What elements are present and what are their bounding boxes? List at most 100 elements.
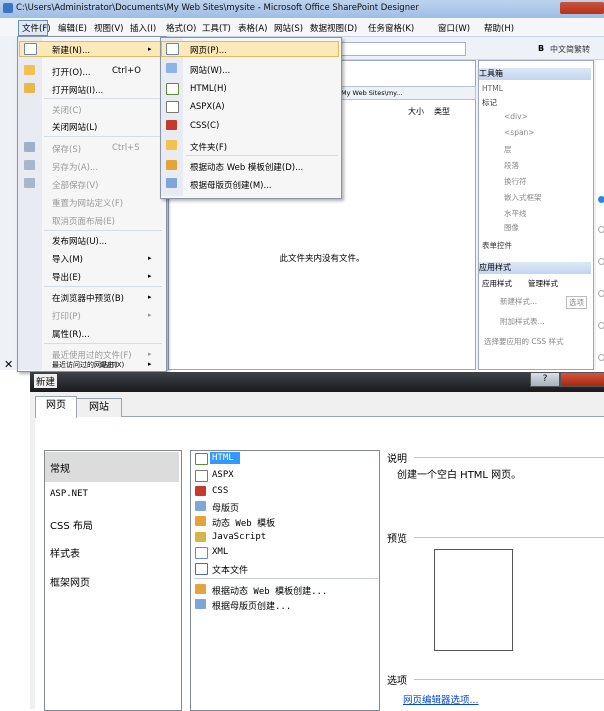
type-aspx[interactable]: ASPX — [212, 470, 234, 480]
file-menu-save-all[interactable]: 全部保存(V) — [52, 179, 98, 191]
tab-manage-styles[interactable]: 管理样式 — [528, 278, 558, 289]
radio-icon — [598, 290, 604, 297]
text-file-icon — [195, 563, 208, 575]
column-type[interactable]: 类型 — [434, 106, 450, 117]
column-size[interactable]: 大小 — [408, 106, 424, 117]
file-menu-save-as[interactable]: 另存为(A)... — [52, 161, 98, 173]
type-html[interactable]: HTML — [212, 453, 234, 463]
new-from-dwt[interactable]: 根据动态 Web 模板创建(D)... — [190, 161, 303, 173]
close-button[interactable] — [560, 372, 604, 387]
submenu-arrow-icon: ▸ — [148, 45, 152, 53]
new-web-site[interactable]: 网站(W)... — [190, 64, 230, 76]
chinese-conversion-button[interactable]: 中文简繁转 — [550, 44, 590, 55]
category-aspnet[interactable]: ASP.NET — [50, 489, 88, 499]
file-menu-export[interactable]: 导出(E) — [52, 271, 81, 283]
preview-box — [434, 549, 513, 651]
file-menu-open-site[interactable]: 打开网站(I)... — [52, 84, 103, 96]
type-xml[interactable]: XML — [212, 547, 228, 557]
toolbox-form-controls[interactable]: 表单控件 — [482, 240, 512, 251]
toolbox-item-line-break[interactable]: 换行符 — [504, 176, 527, 187]
options-button[interactable]: 选项 — [566, 296, 587, 309]
file-menu-new-highlight — [19, 41, 165, 57]
menu-site[interactable]: 网站(S) — [274, 22, 303, 34]
help-button[interactable]: ? — [530, 372, 560, 387]
toolbox-item-layer[interactable]: 层 — [504, 144, 512, 155]
dwt-icon — [166, 160, 177, 170]
attach-stylesheet-button[interactable]: 附加样式表... — [500, 316, 545, 327]
file-menu-exit[interactable]: 退出(X) — [100, 360, 124, 370]
new-aspx[interactable]: ASPX(A) — [190, 102, 225, 112]
tab-apply-styles[interactable]: 应用样式 — [482, 278, 512, 289]
toolbar-combo[interactable] — [340, 42, 466, 56]
save-icon — [24, 142, 35, 152]
type-from-dwt[interactable]: 根据动态 Web 模板创建... — [212, 584, 327, 597]
menu-view[interactable]: 视图(V) — [94, 22, 123, 34]
toolbox-title: 工具箱 — [479, 68, 591, 80]
toolbox-section-html[interactable]: HTML — [482, 84, 503, 93]
options-label: 选项 — [387, 676, 407, 687]
new-submenu — [160, 37, 342, 199]
new-web-page[interactable]: 网页(P)... — [190, 44, 227, 56]
tab-web-page[interactable]: 网页 — [35, 396, 77, 418]
page-editor-options-link[interactable]: 网页编辑器选项... — [403, 692, 479, 706]
file-menu-save[interactable]: 保存(S) — [52, 143, 81, 155]
file-menu-new[interactable]: 新建(N)... — [52, 44, 90, 56]
javascript-file-icon — [195, 532, 206, 542]
menu-table[interactable]: 表格(A) — [238, 22, 267, 34]
left-edge — [0, 36, 17, 370]
menu-file[interactable]: 文件(F) — [22, 22, 51, 34]
css-file-icon — [195, 486, 206, 496]
aspx-icon — [166, 101, 179, 113]
open-folder-icon — [24, 65, 35, 75]
file-menu-detach-layout[interactable]: 取消页面布局(E) — [52, 215, 115, 227]
file-menu-close[interactable]: 关闭(C) — [52, 104, 82, 116]
new-style-button[interactable]: 新建样式... — [500, 296, 537, 307]
menu-task-panes[interactable]: 任务窗格(K) — [368, 22, 414, 34]
bold-button[interactable]: B — [538, 44, 544, 53]
category-frames[interactable]: 框架网页 — [50, 574, 90, 589]
new-from-master[interactable]: 根据母版页创建(M)... — [190, 179, 272, 191]
list-separator — [194, 578, 378, 579]
toolbox-tags-header[interactable]: 标记 — [482, 97, 497, 108]
type-css[interactable]: CSS — [212, 486, 228, 496]
new-folder[interactable]: 文件夹(F) — [190, 141, 227, 153]
category-css-layout[interactable]: CSS 布局 — [50, 517, 93, 532]
menu-tools[interactable]: 工具(T) — [202, 22, 231, 34]
toolbox-item-div[interactable]: <div> — [504, 112, 528, 121]
window-controls[interactable] — [560, 2, 604, 14]
new-css[interactable]: CSS(C) — [190, 121, 219, 131]
toolbox-item-paragraph[interactable]: 段落 — [504, 160, 519, 171]
file-menu-properties[interactable]: 属性(R)... — [52, 328, 90, 340]
toolbox-item-span[interactable]: <span> — [504, 128, 535, 137]
file-menu-close-site[interactable]: 关闭网站(L) — [52, 121, 97, 133]
menu-help[interactable]: 帮助(H) — [484, 22, 514, 34]
toolbox-item-iframe[interactable]: 嵌入式框架 — [504, 192, 542, 203]
file-menu-publish[interactable]: 发布网站(U)... — [52, 235, 107, 247]
category-style-sheets[interactable]: 样式表 — [50, 545, 80, 560]
master-create-icon — [195, 599, 206, 609]
type-dwt[interactable]: 动态 Web 模板 — [212, 516, 275, 529]
menu-window[interactable]: 窗口(W) — [438, 22, 470, 34]
menu-data-view[interactable]: 数据视图(D) — [310, 22, 357, 34]
new-html[interactable]: HTML(H) — [190, 84, 227, 94]
type-text-file[interactable]: 文本文件 — [212, 563, 248, 576]
type-javascript[interactable]: JavaScript — [212, 532, 266, 542]
save-as-icon — [24, 160, 35, 170]
type-from-master[interactable]: 根据母版页创建... — [212, 599, 291, 612]
toolbox-item-image[interactable]: 图像 — [504, 222, 519, 233]
select-css-style-label: 选择要应用的 CSS 样式 — [484, 337, 564, 346]
file-menu-open[interactable]: 打开(O)... — [52, 66, 90, 78]
file-menu-print[interactable]: 打印(P) — [52, 310, 81, 322]
file-menu-preview[interactable]: 在浏览器中预览(B) — [52, 292, 124, 304]
category-general[interactable]: 常规 — [50, 460, 70, 475]
menu-format[interactable]: 格式(O) — [166, 22, 196, 34]
menu-separator — [186, 155, 338, 156]
menu-insert[interactable]: 插入(I) — [130, 22, 156, 34]
type-master-page[interactable]: 母版页 — [212, 501, 239, 514]
tab-web-site[interactable]: 网站 — [76, 398, 122, 417]
file-menu-reset-site-def[interactable]: 重置为网站定义(F) — [52, 197, 123, 209]
file-menu-import[interactable]: 导入(M) — [52, 253, 83, 265]
empty-folder-message: 此文件夹内没有文件。 — [279, 254, 365, 264]
menu-edit[interactable]: 编辑(E) — [58, 22, 87, 34]
toolbox-item-hr[interactable]: 水平线 — [504, 208, 527, 219]
